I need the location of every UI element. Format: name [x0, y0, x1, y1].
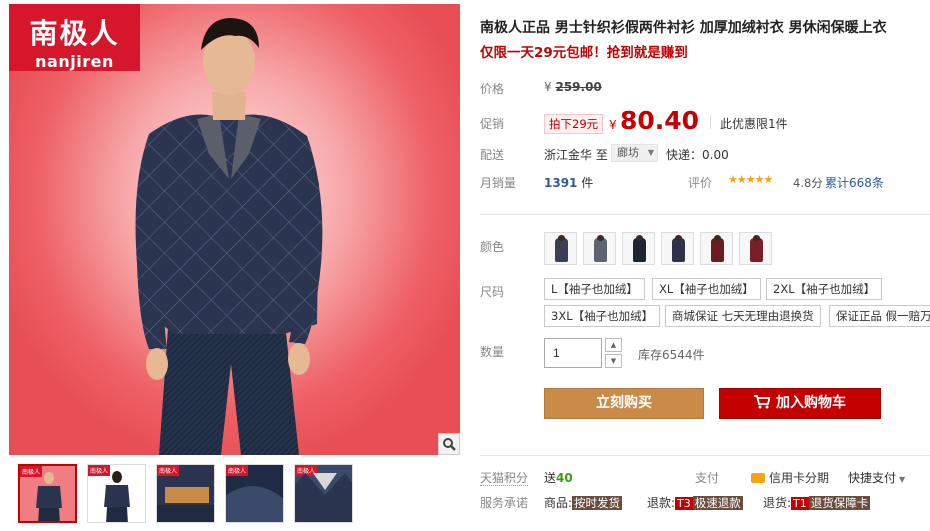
- tmall-points-label[interactable]: 天猫积分: [480, 469, 529, 486]
- color-swatch[interactable]: [739, 232, 772, 265]
- color-swatch[interactable]: [622, 232, 655, 265]
- service-return[interactable]: 退货: T1 退货保障卡: [763, 494, 871, 511]
- service-tag: 退货保障卡: [808, 496, 871, 510]
- add-to-cart-button[interactable]: 加入购物车: [719, 388, 881, 419]
- express-fee: 快递：0.00: [666, 148, 729, 162]
- size-option[interactable]: L【袖子也加绒】: [544, 278, 645, 300]
- cart-icon: [754, 395, 770, 409]
- size-option[interactable]: 商城保证 七天无理由退换货: [665, 305, 821, 327]
- divider: [710, 115, 711, 129]
- add-to-cart-label: 加入购物车: [776, 395, 846, 411]
- thumbnail-strip: 南极人 南极人 南极人 南极人 南极人: [18, 464, 353, 523]
- tmall-points: 送40: [544, 469, 573, 486]
- size-option[interactable]: 保证正品 假一赔万: [829, 305, 930, 327]
- promo-line: 仅限一天29元包邮！抢到就是赚到: [480, 45, 688, 61]
- quick-pay-label: 快捷支付: [848, 471, 897, 485]
- ship-to-city: 廊坊: [617, 146, 639, 159]
- service-prefix: 商品:: [544, 496, 573, 510]
- buy-now-button[interactable]: 立刻购买: [544, 388, 704, 419]
- color-swatch[interactable]: [700, 232, 733, 265]
- triangle-down-icon: ▼: [610, 357, 617, 365]
- rating-label: 评价: [688, 176, 713, 190]
- thumbnail-model-back[interactable]: 南极人: [87, 464, 146, 523]
- ship-to-select[interactable]: 廊坊 ▼: [611, 144, 658, 162]
- points-prefix: 送: [544, 471, 557, 485]
- divider: [480, 455, 930, 456]
- original-price: ¥ 259.00: [544, 80, 602, 94]
- price-label: 价格: [480, 82, 505, 96]
- points-value: 40: [556, 471, 573, 485]
- stock-count: 库存6544件: [638, 348, 705, 362]
- tmall-points-link[interactable]: 天猫积分: [480, 471, 529, 486]
- color-swatch[interactable]: [544, 232, 577, 265]
- currency-symbol: ¥: [544, 80, 552, 94]
- service-refund[interactable]: 退款: T3 极速退款: [647, 494, 743, 511]
- color-swatch[interactable]: [661, 232, 694, 265]
- service-code: T1: [791, 497, 809, 510]
- divider: [480, 214, 930, 215]
- chevron-down-icon: ▼: [647, 148, 654, 157]
- star-rating-icon: ★★★★★: [728, 173, 773, 186]
- limit-note: 此优惠限1件: [720, 117, 788, 131]
- quick-pay-dropdown[interactable]: 快捷支付 ▼: [848, 469, 905, 486]
- size-option[interactable]: XL【袖子也加绒】: [652, 278, 761, 300]
- monthly-sales-label: 月销量: [480, 176, 517, 190]
- size-option[interactable]: 3XL【袖子也加绒】: [544, 305, 661, 327]
- zoom-button[interactable]: [438, 433, 460, 455]
- thumbnail-shirt-collar[interactable]: 南极人: [294, 464, 353, 523]
- credit-card-icon: [751, 473, 765, 483]
- promo-badge: 拍下29元: [544, 114, 604, 134]
- ship-from-city: 浙江金华: [544, 148, 593, 162]
- original-price-value: 259.00: [555, 80, 602, 94]
- triangle-up-icon: ▲: [610, 341, 617, 349]
- credit-card-installment[interactable]: 信用卡分期: [751, 469, 829, 486]
- service-prefix: 退货:: [763, 496, 792, 510]
- service-label: 服务承诺: [480, 496, 529, 510]
- quantity-increase-button[interactable]: ▲: [605, 338, 622, 352]
- quantity-decrease-button[interactable]: ▼: [605, 354, 622, 368]
- ship-from: 浙江金华 至: [544, 146, 608, 163]
- chevron-down-icon: ▼: [899, 475, 906, 484]
- color-swatch[interactable]: [583, 232, 616, 265]
- credit-card-installment-label: 信用卡分期: [769, 471, 830, 485]
- model-figure: [135, 18, 323, 455]
- main-product-image[interactable]: 南极人 nanjiren: [9, 4, 460, 455]
- ship-to-word: 至: [595, 148, 608, 162]
- thumbnail-fabric-detail[interactable]: 南极人: [225, 464, 284, 523]
- service-tag: 极速退款: [692, 496, 743, 510]
- size-label: 尺码: [480, 285, 505, 299]
- service-code: T3: [675, 497, 693, 510]
- monthly-sales-count: 1391: [544, 176, 578, 190]
- thumbnail-collar-detail[interactable]: 南极人: [156, 464, 215, 523]
- service-tag: 按时发货: [572, 496, 623, 510]
- reviews-link[interactable]: 累计668条: [825, 174, 884, 191]
- color-swatches: [544, 232, 772, 265]
- product-info-panel: 南极人正品 男士针织衫假两件衬衫 加厚加绒衬衣 男休闲保暖上衣 仅限一天29元包…: [480, 0, 930, 531]
- quantity-input[interactable]: [544, 338, 602, 368]
- currency-symbol: ¥: [609, 118, 617, 132]
- monthly-sales-unit: 件: [581, 176, 594, 190]
- magnifier-icon: [443, 438, 456, 451]
- shipping-label: 配送: [480, 148, 505, 162]
- product-title: 南极人正品 男士针织衫假两件衬衫 加厚加绒衬衣 男休闲保暖上衣: [480, 20, 887, 36]
- color-label: 颜色: [480, 240, 505, 254]
- quantity-label: 数量: [480, 345, 505, 359]
- current-price: 80.40: [620, 106, 700, 135]
- thumbnail-model-front[interactable]: 南极人: [18, 464, 77, 523]
- monthly-sales: 1391 件: [544, 174, 593, 191]
- promo-label: 促销: [480, 117, 505, 131]
- service-shipping[interactable]: 商品: 按时发货: [544, 494, 623, 511]
- service-prefix: 退款:: [647, 496, 676, 510]
- rating-score: 4.8分: [793, 176, 823, 190]
- size-option[interactable]: 2XL【袖子也加绒】: [766, 278, 883, 300]
- payment-label: 支付: [695, 471, 720, 485]
